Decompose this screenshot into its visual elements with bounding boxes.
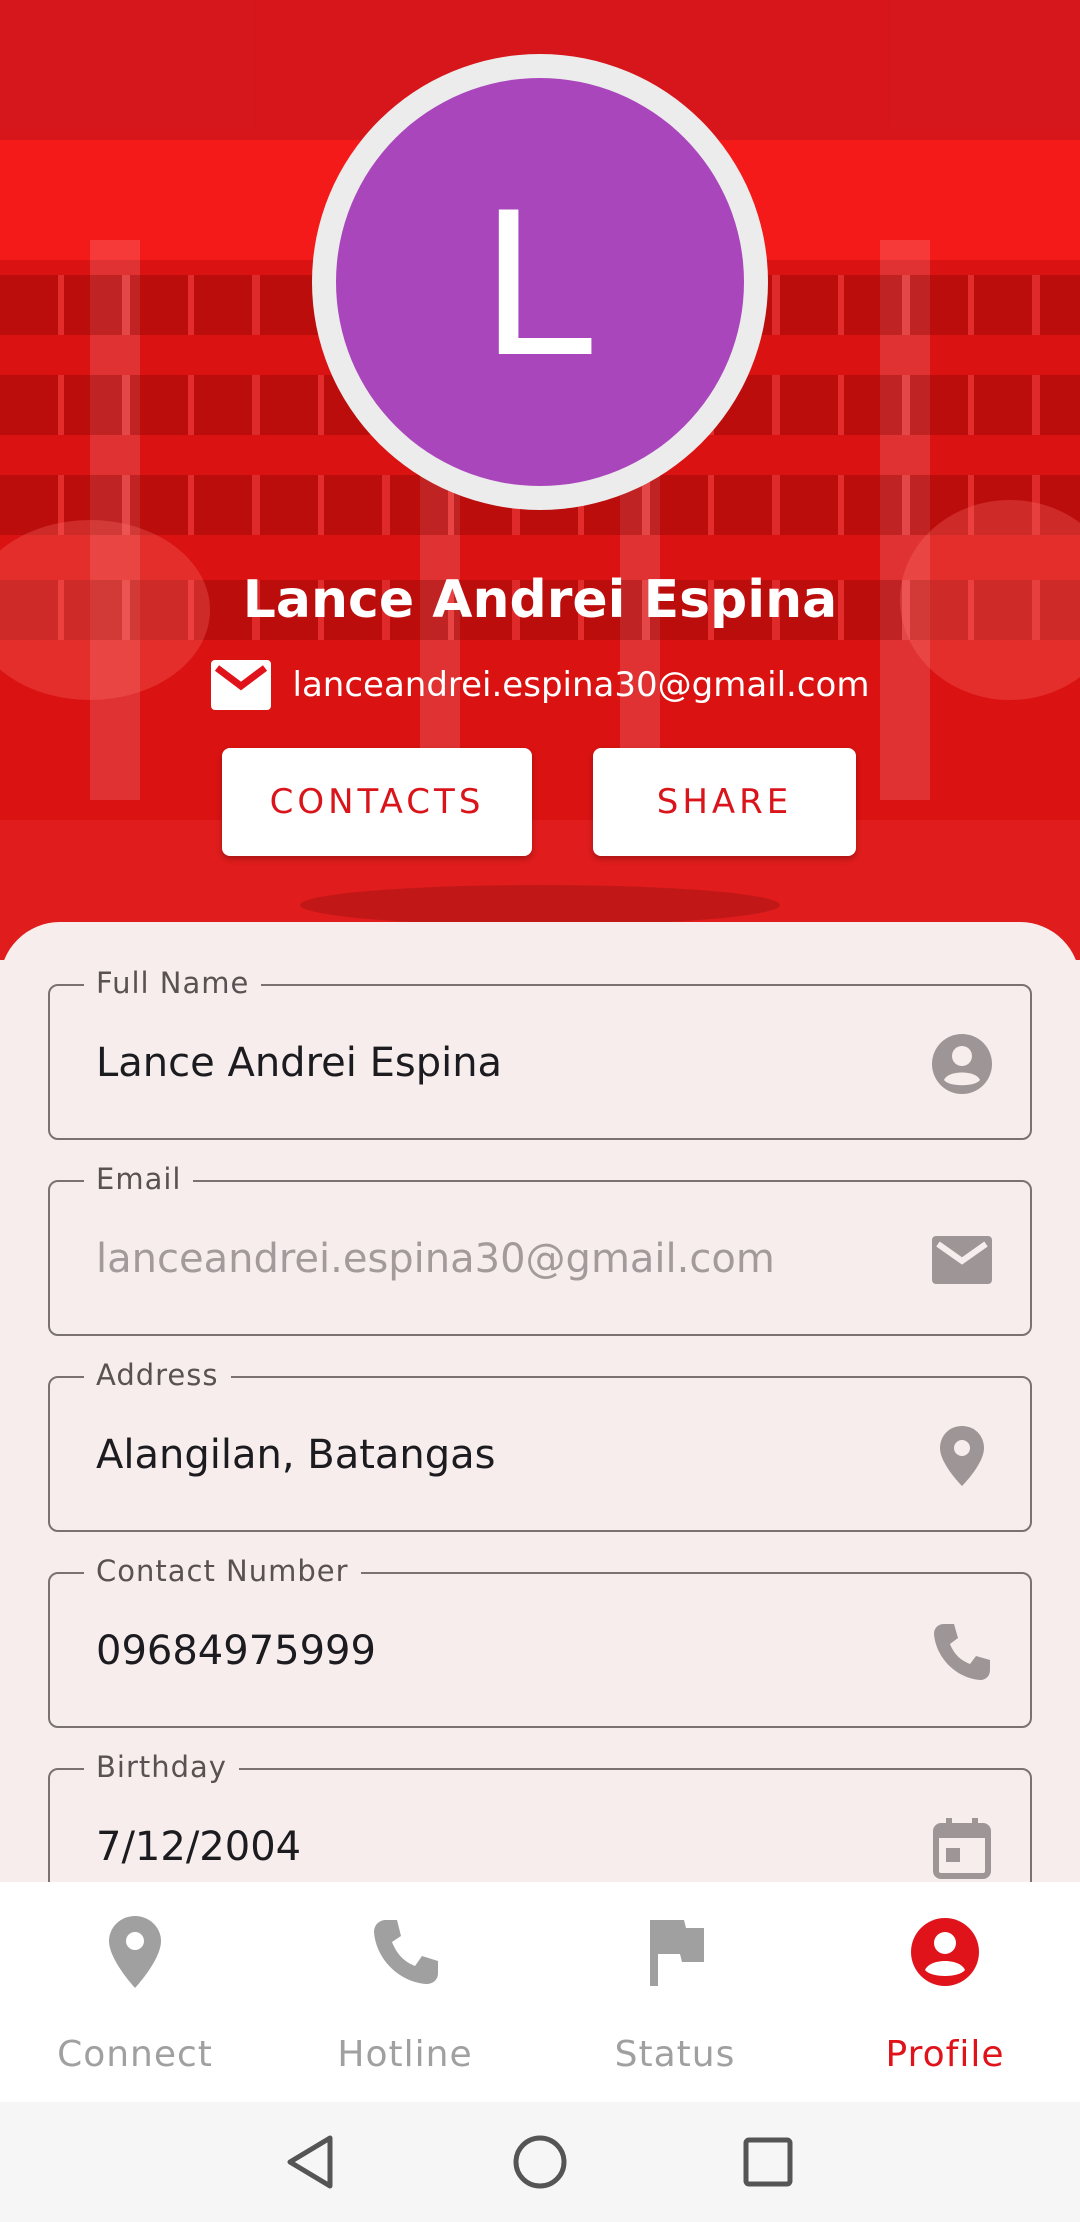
profile-form: Full Name Lance Andrei Espina Email lanc…	[0, 922, 1080, 1922]
location-pin-icon	[940, 1426, 984, 1486]
address-value[interactable]: Alangilan, Batangas	[96, 1432, 496, 1478]
address-label: Address	[84, 1358, 231, 1392]
birthday-label: Birthday	[84, 1750, 239, 1784]
avatar[interactable]: L	[336, 78, 744, 486]
nav-status-label: Status	[614, 2034, 736, 2075]
location-pin-icon	[109, 1916, 161, 1988]
nav-hotline-label: Hotline	[337, 2034, 473, 2075]
bottom-navigation: Connect Hotline Status Profile	[0, 1882, 1080, 2102]
contacts-button[interactable]: CONTACTS	[222, 748, 532, 856]
contact-number-field[interactable]: Contact Number 09684975999	[48, 1554, 1032, 1728]
full-name-field[interactable]: Full Name Lance Andrei Espina	[48, 966, 1032, 1140]
contact-number-value[interactable]: 09684975999	[96, 1628, 376, 1674]
avatar-initial: L	[481, 164, 599, 399]
calendar-icon	[933, 1818, 991, 1879]
address-field[interactable]: Address Alangilan, Batangas	[48, 1358, 1032, 1532]
phone-icon	[934, 1624, 990, 1680]
nav-status[interactable]: Status	[540, 1882, 810, 2102]
phone-icon	[374, 1920, 438, 1984]
email-label: Email	[84, 1162, 194, 1196]
mail-icon	[932, 1236, 992, 1284]
account-circle-icon	[911, 1918, 979, 1986]
flag-icon	[650, 1920, 704, 1986]
nav-connect-label: Connect	[57, 2034, 213, 2075]
system-navigation-bar	[0, 2102, 1080, 2222]
account-circle-icon	[932, 1034, 992, 1094]
nav-connect[interactable]: Connect	[0, 1882, 270, 2102]
email-field[interactable]: Email lanceandrei.espina30@gmail.com	[48, 1162, 1032, 1336]
nav-profile-label: Profile	[885, 2034, 1005, 2075]
full-name-value[interactable]: Lance Andrei Espina	[96, 1040, 502, 1086]
mail-icon	[210, 660, 271, 710]
fountain	[300, 885, 780, 925]
nav-profile[interactable]: Profile	[810, 1882, 1080, 2102]
nav-hotline[interactable]: Hotline	[270, 1882, 540, 2102]
birthday-value[interactable]: 7/12/2004	[96, 1824, 301, 1870]
home-icon[interactable]	[510, 2132, 570, 2192]
recents-icon[interactable]	[738, 2132, 798, 2192]
profile-name: Lance Andrei Espina	[242, 570, 838, 630]
contact-number-label: Contact Number	[84, 1554, 361, 1588]
full-name-label: Full Name	[84, 966, 262, 1000]
profile-header: L Lance Andrei Espina lanceandrei.espina…	[0, 0, 1080, 960]
back-icon[interactable]	[280, 2132, 340, 2192]
email-value[interactable]: lanceandrei.espina30@gmail.com	[96, 1236, 775, 1282]
share-button[interactable]: SHARE	[593, 748, 856, 856]
profile-email-row: lanceandrei.espina30@gmail.com	[0, 660, 1080, 710]
profile-email: lanceandrei.espina30@gmail.com	[292, 665, 870, 705]
